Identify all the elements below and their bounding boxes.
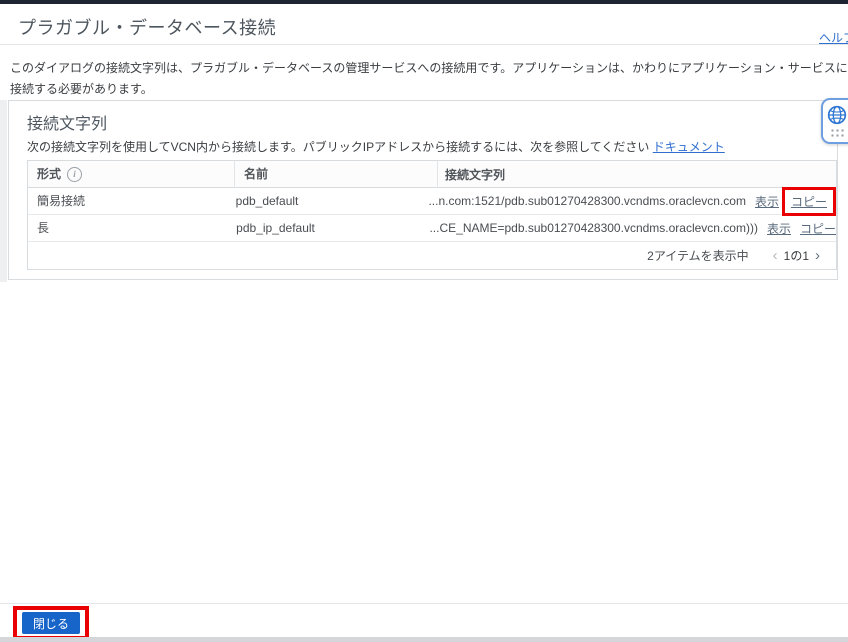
table-row: 簡易接続 pdb_default ...n.com:1521/pdb.sub01… (28, 186, 836, 216)
table-footer: 2アイテムを表示中 ‹ 1の1 › (28, 242, 836, 269)
cell-format: 長 (37, 220, 50, 235)
table-row: 長 pdb_ip_default ...CE_NAME=pdb.sub01270… (28, 215, 836, 242)
close-button[interactable]: 閉じる (22, 612, 81, 634)
show-link[interactable]: 表示 (755, 193, 779, 210)
dialog-body-empty-area (0, 282, 848, 603)
help-link[interactable]: ヘルプ (819, 29, 848, 46)
pagination: ‹ 1の1 › (767, 247, 826, 264)
bottom-strip (0, 637, 848, 642)
connection-string-value: ...CE_NAME=pdb.sub01270428300.vcndms.ora… (429, 221, 758, 235)
connection-strings-table: 形式 i 名前 接続文字列 簡易接続 pdb_default ...n.com:… (27, 160, 837, 270)
info-icon[interactable]: i (67, 166, 83, 182)
chevron-left-icon[interactable]: ‹ (767, 248, 784, 263)
dialog-footer: 閉じる (0, 603, 848, 640)
connection-string-value: ...n.com:1521/pdb.sub01270428300.vcndms.… (428, 194, 746, 208)
annotation-highlight-copy: コピー (781, 186, 836, 216)
column-header-name: 名前 (235, 160, 438, 188)
cell-format: 簡易接続 (37, 193, 86, 208)
connection-strings-panel: 接続文字列 次の接続文字列を使用してVCN内から接続します。パブリックIPアドレ… (8, 100, 838, 280)
globe-icon (827, 105, 847, 124)
column-header-connection-string: 接続文字列 (445, 167, 506, 182)
cell-name: pdb_default (235, 193, 299, 208)
items-count-label: 2アイテムを表示中 (647, 249, 749, 263)
drag-dots-icon[interactable] (830, 127, 845, 138)
column-header-format-label: 形式 (37, 166, 62, 181)
cell-connection-string: ...CE_NAME=pdb.sub01270428300.vcndms.ora… (422, 220, 836, 237)
copy-link[interactable]: コピー (791, 193, 827, 210)
show-link[interactable]: 表示 (767, 220, 791, 237)
browser-extension-widget[interactable] (821, 98, 848, 144)
cell-connection-string: ...n.com:1521/pdb.sub01270428300.vcndms.… (421, 186, 836, 216)
cell-name: pdb_ip_default (236, 220, 315, 235)
panel-subtitle-text: 次の接続文字列を使用してVCN内から接続します。パブリックIPアドレスから接続す… (27, 140, 653, 154)
left-gutter (0, 100, 7, 282)
page-title: プラガブル・データベース接続 (18, 18, 277, 38)
panel-subtitle: 次の接続文字列を使用してVCN内から接続します。パブリックIPアドレスから接続す… (27, 138, 725, 155)
dialog-header: プラガブル・データベース接続 ヘルプ (0, 4, 848, 45)
annotation-highlight-close: 閉じる (13, 606, 90, 640)
description-line-1: このダイアログの接続文字列は、プラガブル・データベースの管理サービスへの接続用で… (10, 61, 848, 96)
panel-documentation-link[interactable]: ドキュメント (653, 140, 725, 154)
page-indicator: 1の1 (783, 249, 809, 263)
copy-link[interactable]: コピー (800, 220, 836, 237)
table-header-row: 形式 i 名前 接続文字列 (28, 160, 836, 188)
chevron-right-icon[interactable]: › (809, 248, 826, 263)
column-header-format: 形式 i (28, 160, 235, 188)
panel-title: 接続文字列 (27, 116, 108, 133)
